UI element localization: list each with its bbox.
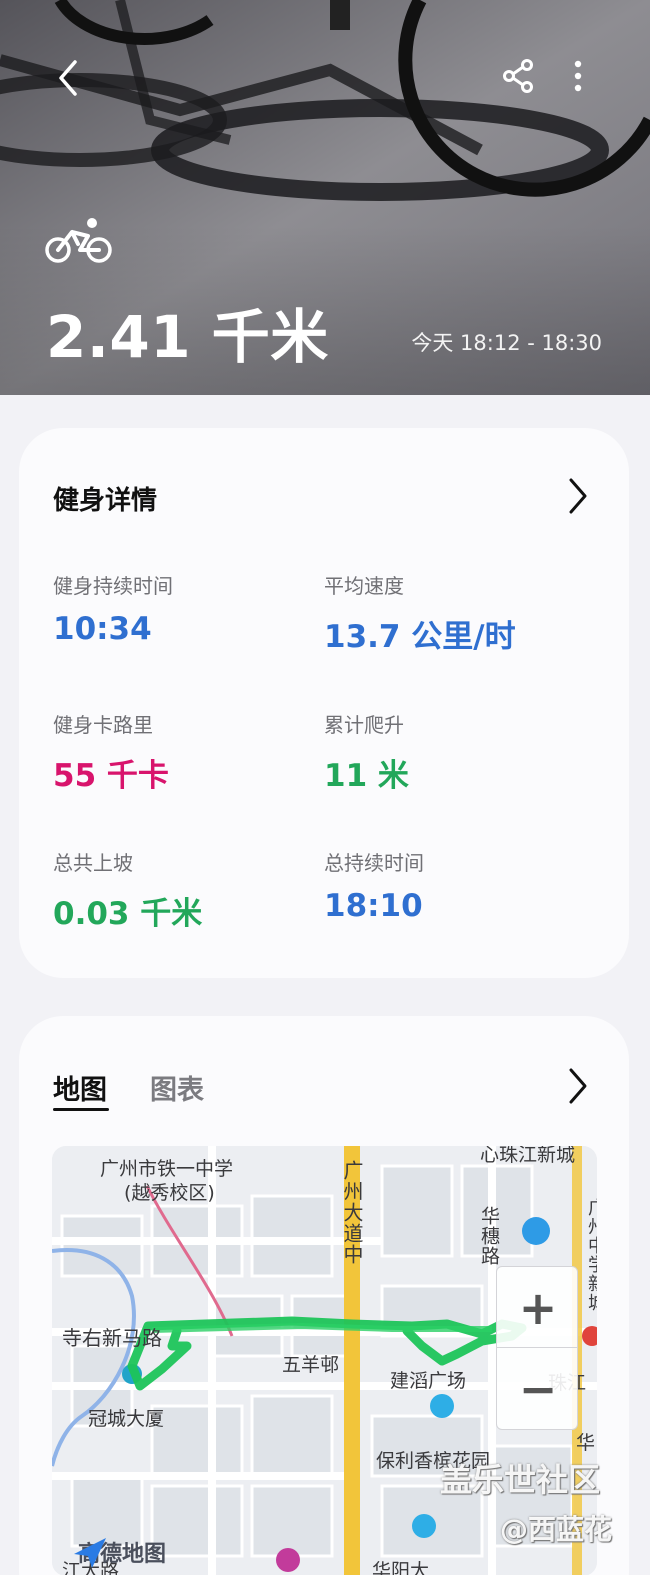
chevron-left-icon (59, 60, 77, 96)
map-label: 寺右新马路 (62, 1326, 162, 1350)
chevron-right-icon[interactable] (562, 1066, 592, 1106)
tab-chart[interactable]: 图表 (150, 1068, 204, 1107)
map-label: 华穗路 (478, 1206, 500, 1266)
metric-value: 11 米 (324, 758, 409, 794)
map-label: (越秀校区) (124, 1182, 215, 1204)
metric-value: 55 千卡 (53, 758, 169, 794)
zoom-in-button[interactable]: + (496, 1266, 578, 1348)
watermark-community: 盖乐世社区 (440, 1461, 601, 1499)
map-label-avenue: 广州大道中 (340, 1160, 364, 1265)
more-vertical-icon (574, 60, 582, 92)
map-label: 五羊邨 (282, 1354, 340, 1376)
metric-calories: 健身卡路里 55 千卡 (53, 709, 169, 795)
map-provider-logo: 高德地图 (72, 1536, 166, 1568)
map-label: 建滔广场 (390, 1370, 467, 1392)
share-button[interactable] (492, 50, 544, 102)
metric-total-duration: 总持续时间 18:10 (324, 847, 424, 924)
active-tab-indicator (53, 1108, 109, 1111)
back-button[interactable] (40, 50, 96, 106)
watermark-author: @西蓝花 (500, 1513, 613, 1546)
minus-icon: − (518, 1362, 558, 1416)
workout-details-card[interactable]: 健身详情 健身持续时间 10:34 平均速度 13.7 公里/时 健身卡路里 5… (19, 428, 629, 978)
map-label: 华阳大 (372, 1560, 430, 1575)
metric-label: 平均速度 (324, 574, 404, 598)
metric-elevation-gain: 累计爬升 11 米 (324, 709, 409, 795)
metric-value: 10:34 (53, 611, 152, 647)
metric-workout-duration: 健身持续时间 10:34 (53, 570, 173, 647)
map-label: 华 (576, 1432, 596, 1454)
metric-value: 13.7 公里/时 (324, 619, 516, 655)
metric-label: 总共上坡 (53, 851, 133, 875)
metric-value: 0.03 千米 (53, 896, 203, 932)
bicycle-icon (45, 218, 112, 263)
metric-label: 健身持续时间 (53, 574, 173, 598)
chevron-right-icon[interactable] (562, 476, 592, 516)
map-label: 心珠江新城 (480, 1146, 576, 1166)
activity-hero: 2.41 千米 今天 18:12 - 18:30 (0, 0, 650, 395)
plus-icon: + (518, 1281, 558, 1335)
metric-label: 健身卡路里 (53, 713, 153, 737)
more-button[interactable] (556, 50, 600, 102)
metric-total-uphill: 总共上坡 0.03 千米 (53, 847, 202, 933)
zoom-out-button[interactable]: − (496, 1348, 578, 1430)
activity-time-range: 今天 18:12 - 18:30 (411, 331, 602, 355)
total-distance: 2.41 千米 (46, 303, 329, 371)
metric-label: 总持续时间 (324, 851, 424, 875)
metric-value: 18:10 (324, 888, 423, 924)
tab-map[interactable]: 地图 (53, 1068, 107, 1107)
card-title: 健身详情 (53, 486, 158, 516)
navigation-arrow-icon (74, 1538, 106, 1568)
map-label: 冠城大厦 (88, 1408, 165, 1430)
share-icon (503, 59, 533, 93)
map-label: 广州市铁一中学 (100, 1158, 234, 1180)
map-label: 广州中学新城 (585, 1198, 597, 1312)
metric-label: 累计爬升 (324, 713, 404, 737)
metric-average-speed: 平均速度 13.7 公里/时 (324, 570, 516, 656)
